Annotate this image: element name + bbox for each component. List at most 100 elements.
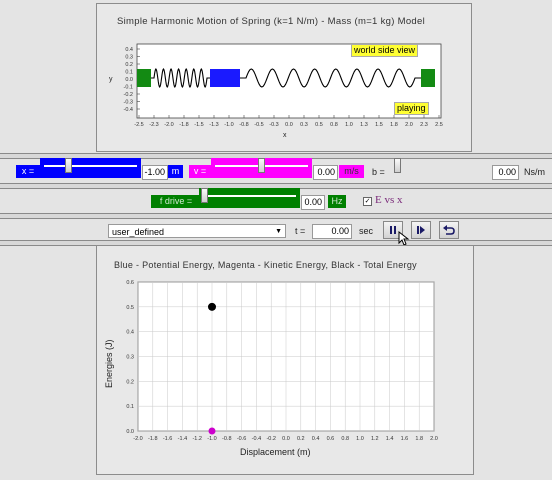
e-vs-x-checkbox[interactable]: ✓ (363, 197, 372, 206)
world-x-tick-label: -0.3 (269, 122, 278, 128)
world-y-tick-label: 0.3 (125, 55, 133, 61)
right-wall-block (421, 69, 435, 87)
e-vs-x-label: E vs x (375, 194, 403, 206)
t-value-field[interactable]: 0.00 (312, 224, 352, 239)
x-slider-track (44, 165, 137, 167)
step-forward-icon (417, 226, 425, 234)
energy-y-tick-label: 0.0 (126, 429, 134, 435)
world-x-tick-label: 0.8 (330, 122, 338, 128)
world-x-tick-label: 0.5 (315, 122, 323, 128)
energy-y-tick-label: 0.5 (126, 305, 134, 311)
world-x-tick-label: 1.3 (360, 122, 368, 128)
world-x-tick-label: -2.0 (164, 122, 173, 128)
total-energy-point (208, 302, 216, 311)
energy-x-tick-label: 2.0 (430, 436, 438, 442)
energy-x-tick-label: 0.2 (297, 436, 305, 442)
energy-x-tick-label: 0.0 (282, 436, 290, 442)
world-y-tick-label: 0.0 (125, 77, 133, 83)
world-x-axis-label: x (283, 132, 287, 139)
world-x-tick-label: -0.8 (239, 122, 248, 128)
x-label-box: x = (16, 165, 40, 178)
x-slider[interactable] (40, 158, 141, 174)
t-label: t = (295, 226, 306, 236)
energy-x-tick-label: -2.0 (133, 436, 142, 442)
reset-icon (443, 225, 455, 235)
energy-x-tick-label: -0.4 (252, 436, 261, 442)
b-slider-thumb[interactable] (394, 158, 401, 173)
energy-y-tick-label: 0.2 (126, 379, 134, 385)
preset-select[interactable]: user_defined ▼ (108, 224, 286, 238)
energy-x-tick-label: 0.4 (312, 436, 320, 442)
world-x-tick-label: 0.3 (300, 122, 308, 128)
f-drive-label-box: f drive = (151, 195, 201, 208)
v-value-field[interactable]: 0.00 (313, 165, 338, 180)
f-drive-slider-base (199, 204, 300, 208)
x-unit-box: m (168, 165, 183, 178)
world-x-tick-label: 1.5 (375, 122, 383, 128)
world-x-tick-label: -1.0 (224, 122, 233, 128)
energy-x-axis-label: Displacement (m) (240, 447, 311, 457)
world-view-panel: Simple Harmonic Motion of Spring (k=1 N/… (96, 3, 472, 152)
world-x-tick-label: 2.3 (420, 122, 428, 128)
world-y-tick-label: -0.4 (124, 107, 133, 113)
world-side-view-label: world side view (351, 44, 419, 57)
kinetic-energy-point (208, 427, 216, 435)
energy-x-tick-label: 1.6 (401, 436, 409, 442)
energy-chart-panel: Blue - Potential Energy, Magenta - Kinet… (96, 245, 474, 475)
energy-x-tick-label: 1.0 (356, 436, 364, 442)
world-y-tick-label: 0.2 (125, 62, 133, 68)
v-slider-thumb[interactable] (258, 158, 265, 173)
energy-x-ticks: -2.0 -1.8 -1.6 -1.4 -1.2 -1.0 -0.8 -0.6 -0.4 -0.2… (133, 436, 438, 442)
chevron-down-icon: ▼ (275, 228, 282, 235)
energy-x-tick-label: -0.6 (237, 436, 246, 442)
energy-y-axis-label: Energies (J) (104, 339, 114, 388)
reset-button[interactable] (439, 221, 459, 239)
world-x-tick-label: 0.0 (285, 122, 293, 128)
x-slider-thumb[interactable] (65, 158, 72, 173)
energy-x-tick-label: -1.2 (192, 436, 201, 442)
energy-y-ticks: 0.0 0.1 0.2 0.3 0.4 0.5 0.6 (126, 280, 134, 435)
energy-chart[interactable]: 0.0 0.1 0.2 0.3 0.4 0.5 0.6 -2.0 -1.8 -1.6 -1.4 -1… (97, 246, 473, 474)
energy-y-tick-label: 0.3 (126, 355, 134, 361)
world-y-tick-label: -0.2 (124, 92, 133, 98)
world-x-tick-label: -1.3 (209, 122, 218, 128)
energy-x-tick-label: -1.4 (178, 436, 187, 442)
v-slider[interactable] (211, 158, 312, 174)
x-value-field[interactable]: -1.00 (142, 165, 168, 180)
energy-x-tick-label: 0.6 (327, 436, 335, 442)
world-x-tick-label: 1.0 (345, 122, 353, 128)
f-drive-value-field[interactable]: 0.00 (301, 195, 325, 210)
energy-x-tick-label: -1.8 (148, 436, 157, 442)
energy-x-tick-label: -1.6 (163, 436, 172, 442)
preset-select-value: user_defined (112, 227, 165, 237)
f-drive-slider-track (203, 195, 296, 197)
t-unit-label: sec (359, 226, 374, 236)
f-drive-slider[interactable] (199, 188, 300, 204)
world-y-tick-label: 0.4 (125, 47, 133, 53)
mass-block (210, 69, 240, 87)
v-label-box: v = (189, 165, 211, 178)
step-forward-button[interactable] (411, 221, 431, 239)
b-label: b = (372, 167, 385, 177)
energy-x-tick-label: -0.2 (266, 436, 275, 442)
energy-x-tick-label: -1.0 (207, 436, 216, 442)
world-x-tick-label: 2.5 (435, 122, 443, 128)
energy-x-tick-label: -0.8 (222, 436, 231, 442)
world-y-tick-label: -0.3 (124, 100, 133, 106)
world-y-tick-label: 0.1 (125, 70, 133, 76)
x-slider-base (40, 174, 141, 178)
left-wall-block (137, 69, 151, 87)
world-x-tick-label: -0.5 (254, 122, 263, 128)
world-view-canvas[interactable]: 0.40.30.20.10.0-0.1-0.2-0.3-0.4 -2.5 -2.3… (97, 4, 471, 151)
world-x-tick-label: -1.8 (179, 122, 188, 128)
world-y-axis-label: y (109, 76, 113, 83)
f-drive-slider-thumb[interactable] (201, 188, 208, 203)
energy-y-tick-label: 0.4 (126, 330, 134, 336)
b-value-field[interactable]: 0.00 (492, 165, 519, 180)
playing-status-label: playing (394, 102, 429, 115)
separator-3 (0, 213, 552, 219)
world-x-tick-label: 1.8 (390, 122, 398, 128)
world-x-tick-label: 2.0 (405, 122, 413, 128)
energy-x-tick-label: 1.8 (415, 436, 423, 442)
energy-x-tick-label: 1.4 (386, 436, 394, 442)
